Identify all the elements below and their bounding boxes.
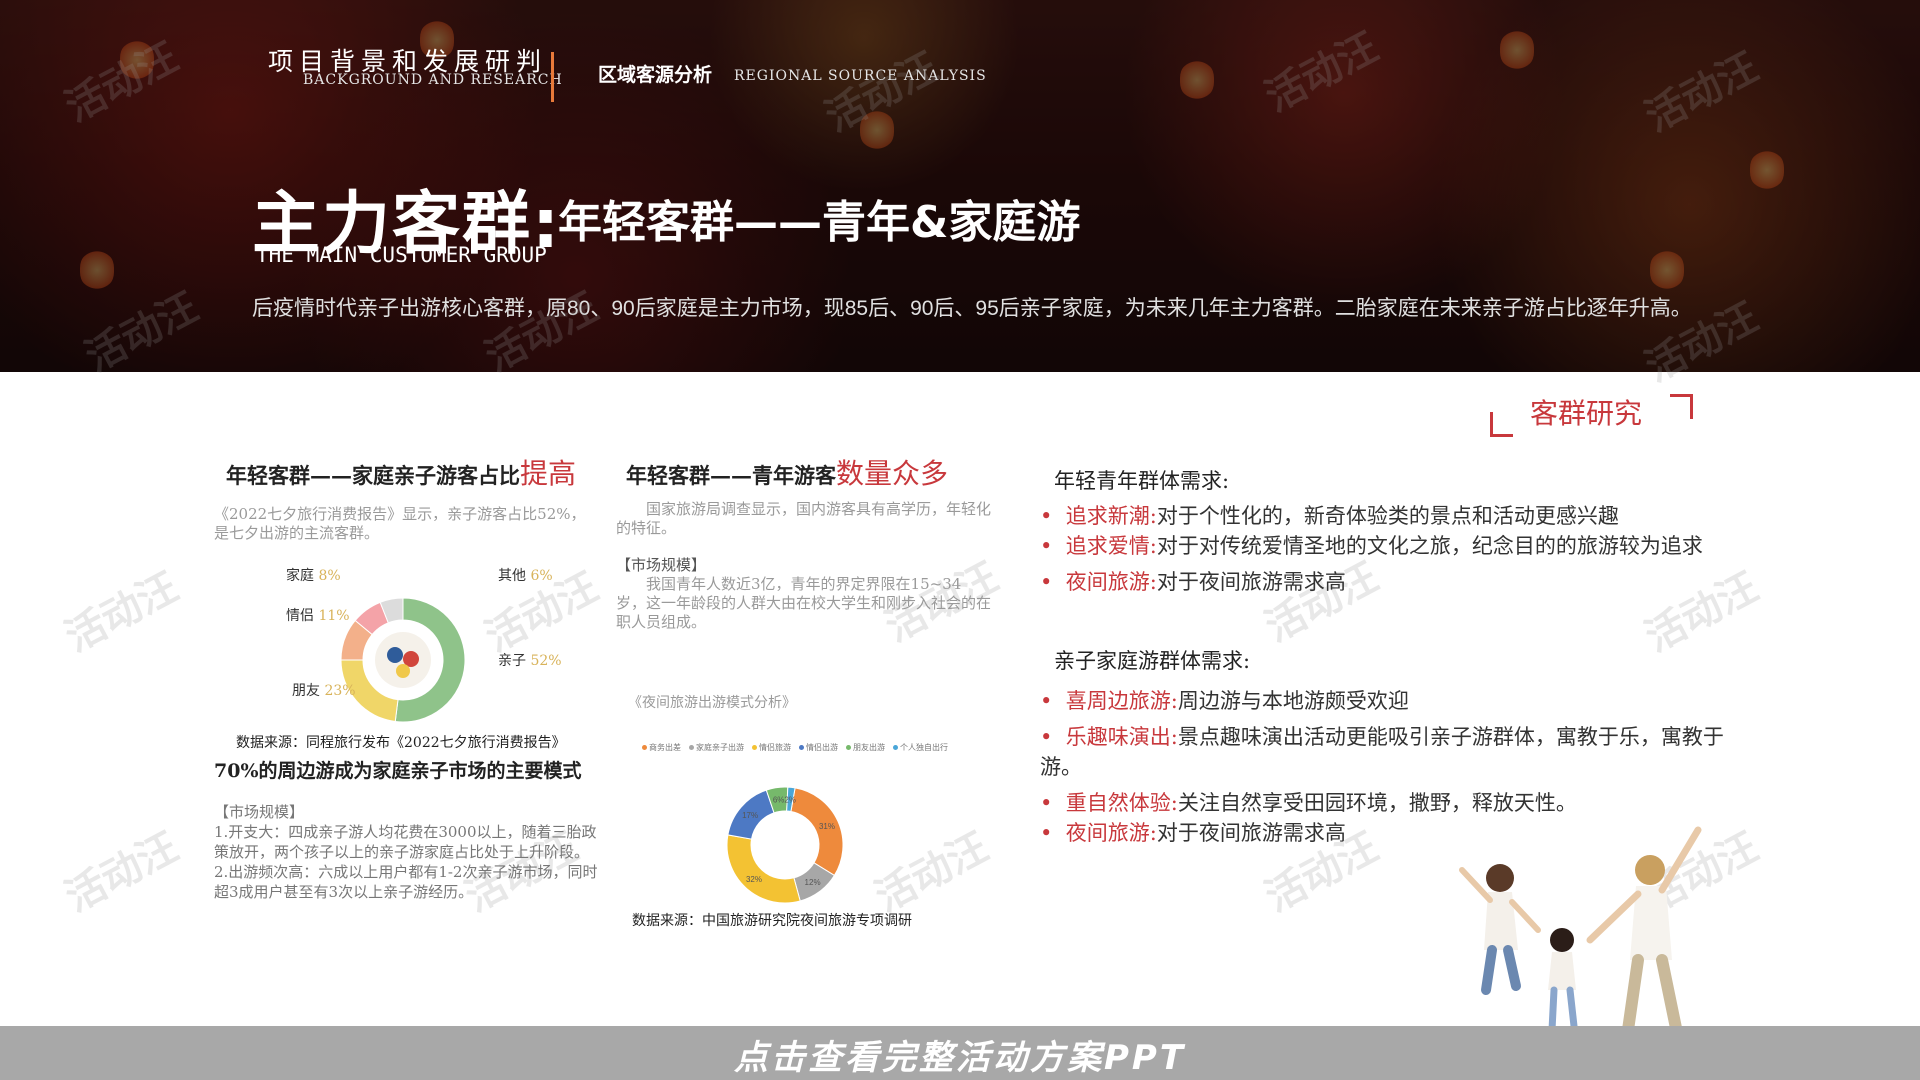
youth-heading-highlight: 数量众多: [836, 457, 949, 490]
legend-label: 商务出差: [649, 743, 681, 752]
family-heading: 年轻客群——家庭亲子游客占比提高: [226, 452, 576, 492]
youth-market-text: 我国青年人数近3亿，青年的界定界限在15~34岁，这一年龄段的人群大由在校大学生…: [616, 575, 992, 631]
family-need-item: • 喜周边旅游:周边游与本地游颇受欢迎: [1040, 689, 1409, 713]
night-legend-item: 商务出差: [642, 742, 681, 753]
legend-swatch-icon: [642, 745, 647, 750]
night-pie-label-2: 32%: [746, 875, 762, 884]
pie-label-couple: 情侣 11%: [286, 608, 350, 624]
legend-label: 情侣旅游: [759, 743, 791, 752]
night-chart-title: 《夜间旅游出游模式分析》: [628, 695, 796, 711]
jumping-family-illustration: [1459, 826, 1702, 1036]
youth-market-title: 【市场规模】: [616, 556, 707, 574]
pie-label-parent-child: 亲子 52%: [498, 653, 562, 669]
youth-heading: 年轻客群——青年游客数量众多: [626, 452, 948, 492]
watermark: 活动汪: [58, 564, 186, 662]
young-need-item: • 追求爱情:对于对传统爱情圣地的文化之旅，纪念目的的旅游较为追求: [1040, 534, 1703, 558]
pie-label-family: 家庭 8%: [286, 568, 341, 584]
family-photo-icon: [375, 632, 431, 688]
family-heading-text: 年轻客群——家庭亲子游客占比: [226, 463, 520, 488]
intro-text: 后疫情时代亲子出游核心客群，原80、90后家庭是主力市场，现85后、90后、95…: [252, 297, 1692, 320]
family-source: 数据来源：同程旅行发布《2022七夕旅行消费报告》: [236, 735, 566, 751]
legend-swatch-icon: [893, 745, 898, 750]
family-desc: 《2022七夕旅行消费报告》显示，亲子游客占比52%，是七夕出游的主流客群。: [214, 505, 586, 542]
legend-label: 个人独自出行: [900, 743, 948, 752]
legend-label: 朋友出游: [853, 743, 885, 752]
night-chart-legend: 商务出差 家庭亲子出游 情侣旅游 情侣出游 朋友出游 个人独自出行: [642, 742, 948, 753]
night-legend-item: 情侣旅游: [752, 742, 791, 753]
pie-label-other: 其他 6%: [498, 568, 553, 584]
family-photo-icon: [396, 664, 410, 678]
section-title-en: BACKGROUND AND RESEARCH: [303, 72, 563, 88]
tag-bracket-left: [1490, 412, 1513, 437]
legend-swatch-icon: [846, 745, 851, 750]
family-photo-icon: [387, 647, 403, 663]
youth-market: 【市场规模】 我国青年人数近3亿，青年的界定界限在15~34岁，这一年龄段的人群…: [616, 556, 991, 632]
legend-label: 情侣出游: [806, 743, 838, 752]
page-title-en: THE MAIN CUSTOMER GROUP: [256, 243, 547, 267]
night-legend-item: 家庭亲子出游: [689, 742, 744, 753]
youth-heading-text: 年轻客群——青年游客: [626, 463, 836, 488]
young-needs-title: 年轻青年群体需求:: [1054, 469, 1230, 493]
young-needs-list: • 追求新潮:对于个性化的，新奇体验类的景点和活动更感兴趣 • 追求爱情:对于对…: [1040, 501, 1730, 597]
night-pie-chart: 31% 12% 32% 17% 6% 2%: [726, 786, 844, 904]
page-title-rest: 年轻客群——青年&家庭游: [558, 197, 1081, 248]
legend-swatch-icon: [799, 745, 804, 750]
night-legend-item: 朋友出游: [846, 742, 885, 753]
family-heading-highlight: 提高: [520, 457, 577, 490]
night-pie-slice-0: [790, 787, 844, 877]
subsection-title: 区域客源分析: [598, 64, 713, 86]
family-heading-2: 70%的周边游成为家庭亲子市场的主要模式: [214, 760, 582, 782]
pie-label-friends: 朋友 23%: [292, 683, 356, 699]
night-pie-label-0: 31%: [819, 822, 835, 831]
night-legend-item: 个人独自出行: [893, 742, 948, 753]
tag-bracket-right: [1670, 394, 1693, 419]
night-pie-label-5: 2%: [784, 795, 796, 804]
legend-label: 家庭亲子出游: [696, 743, 744, 752]
tag-label: 客群研究: [1530, 397, 1643, 430]
young-need-item: • 追求新潮:对于个性化的，新奇体验类的景点和活动更感兴趣: [1040, 504, 1619, 528]
market-title: 【市场规模】: [214, 803, 305, 821]
night-pie-label-4: 6%: [773, 795, 785, 804]
young-need-item: • 夜间旅游:对于夜间旅游需求高: [1040, 570, 1346, 594]
legend-swatch-icon: [752, 745, 757, 750]
night-pie-slice-2: [726, 834, 801, 904]
youth-desc: 国家旅游局调查显示，国内游客具有高学历，年轻化的特征。: [616, 500, 992, 537]
market-item-2: 2.出游频次高：六成以上用户都有1-2次亲子游市场，同时超3成用户甚至有3次以上…: [214, 863, 598, 901]
market-item-1: 1.开支大：四成亲子游人均花费在3000以上，随着三胎政策放开，两个孩子以上的亲…: [214, 823, 597, 861]
night-pie-label-3: 17%: [742, 811, 758, 820]
family-needs-title: 亲子家庭游群体需求:: [1054, 649, 1251, 673]
section-divider: [551, 52, 554, 102]
cta-button[interactable]: 点击查看完整活动方案PPT: [0, 1030, 1920, 1079]
family-need-item: • 乐趣味演出:景点趣味演出活动更能吸引亲子游群体，寓教于乐，寓教于游。: [1040, 725, 1724, 779]
night-legend-item: 情侣出游: [799, 742, 838, 753]
night-pie-label-1: 12%: [805, 878, 821, 887]
night-source: 数据来源：中国旅游研究院夜间旅游专项调研: [632, 913, 912, 929]
watermark: 活动汪: [58, 824, 186, 922]
legend-swatch-icon: [689, 745, 694, 750]
family-market: 【市场规模】 1.开支大：四成亲子游人均花费在3000以上，随着三胎政策放开，两…: [214, 802, 604, 902]
watermark: 活动汪: [868, 824, 996, 922]
